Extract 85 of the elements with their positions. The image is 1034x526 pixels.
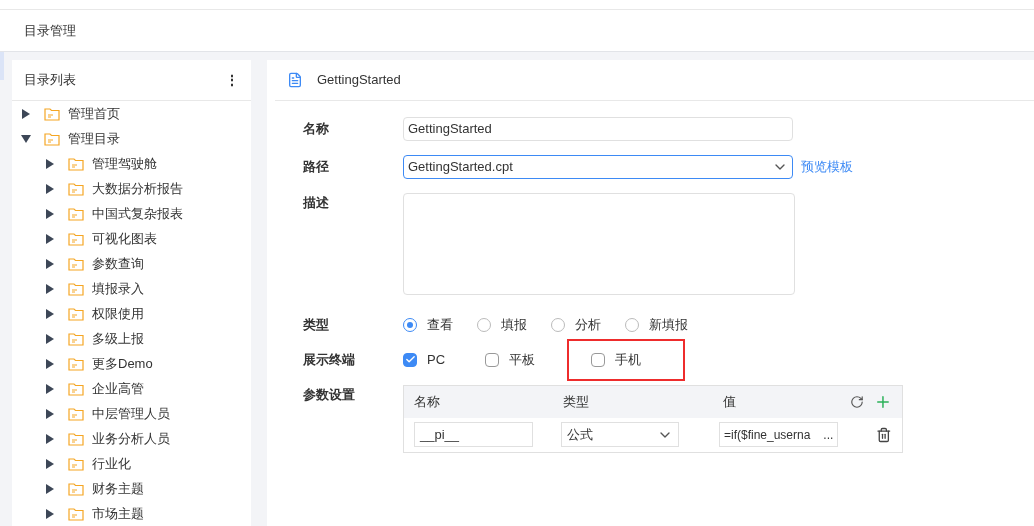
tree-item[interactable]: 多级上报 <box>92 328 144 349</box>
panel-title: 目录列表 <box>24 71 76 90</box>
tree-item[interactable]: 管理首页 <box>68 103 120 124</box>
expand-toggle[interactable] <box>44 232 56 245</box>
expand-toggle[interactable] <box>44 257 56 270</box>
tree-item[interactable]: 管理驾驶舱 <box>92 153 157 174</box>
checkbox-label: PC <box>427 350 446 369</box>
checkbox-label: 手机 <box>615 350 641 369</box>
folder-icon <box>68 181 84 196</box>
folder-icon <box>68 206 84 221</box>
tree-item[interactable]: 市场主题 <box>92 503 144 524</box>
path-select[interactable]: GettingStarted.cpt <box>403 155 793 179</box>
tree-item[interactable]: 企业高管 <box>92 378 144 399</box>
folder-icon <box>68 431 84 446</box>
folder-icon <box>68 231 84 246</box>
tree-item[interactable]: 参数查询 <box>92 253 144 274</box>
tree-item[interactable]: 可视化图表 <box>92 228 157 249</box>
column-header: 值 <box>722 392 737 411</box>
tree-item[interactable]: 中层管理人员 <box>92 403 170 424</box>
field-label: 描述 <box>303 194 330 212</box>
column-header: 类型 <box>563 392 591 411</box>
tree-item[interactable]: 业务分析人员 <box>92 428 170 449</box>
field-label: 名称 <box>303 120 330 139</box>
expand-toggle[interactable] <box>44 157 56 170</box>
param-name-field[interactable]: __pi__ <box>414 422 534 447</box>
radio-label: 查看 <box>427 316 453 334</box>
tree-item[interactable]: 大数据分析报告 <box>92 178 183 199</box>
expand-toggle[interactable] <box>44 282 56 295</box>
folder-icon <box>68 281 84 296</box>
description-field[interactable] <box>403 193 795 295</box>
expand-toggle[interactable] <box>44 182 56 195</box>
preview-link[interactable]: 预览模板 <box>801 157 853 177</box>
expand-toggle[interactable] <box>44 457 56 470</box>
folder-icon <box>44 106 60 121</box>
more-button[interactable]: ⋮ <box>225 69 239 91</box>
expand-toggle[interactable] <box>44 407 56 420</box>
expand-toggle[interactable] <box>44 307 56 320</box>
more-button[interactable]: ... <box>823 425 834 444</box>
delete-icon[interactable] <box>876 426 892 443</box>
detail-title: GettingStarted <box>317 71 401 90</box>
expand-toggle[interactable] <box>44 507 56 520</box>
folder-icon <box>68 256 84 271</box>
expand-toggle[interactable] <box>44 432 56 445</box>
radio-label: 填报 <box>501 316 527 334</box>
folder-icon <box>68 381 84 396</box>
expand-toggle[interactable] <box>20 107 32 120</box>
checkbox[interactable] <box>485 352 499 367</box>
folder-icon <box>68 406 84 421</box>
tree-item[interactable]: 更多Demo <box>92 353 153 374</box>
column-header: 名称 <box>414 392 441 411</box>
refresh-icon[interactable] <box>850 394 865 409</box>
folder-icon <box>68 306 84 321</box>
checkbox[interactable] <box>403 352 417 367</box>
param-type-select[interactable]: 公式 <box>561 422 679 447</box>
checkbox-label: 平板 <box>509 350 535 369</box>
expand-toggle[interactable] <box>20 132 32 145</box>
folder-icon <box>68 156 84 171</box>
expand-toggle[interactable] <box>44 207 56 220</box>
field-label: 展示终端 <box>303 350 356 369</box>
checkbox[interactable] <box>591 352 605 367</box>
tree-item[interactable]: 财务主题 <box>92 478 144 499</box>
folder-icon <box>44 131 60 146</box>
field-label: 参数设置 <box>303 385 356 404</box>
tree-item[interactable]: 填报录入 <box>92 278 144 299</box>
page-title: 目录管理 <box>24 21 76 40</box>
tree-item[interactable]: 中国式复杂报表 <box>92 203 183 224</box>
expand-toggle[interactable] <box>44 382 56 395</box>
expand-toggle[interactable] <box>44 482 56 495</box>
document-icon <box>287 72 303 88</box>
radio-label: 分析 <box>575 316 601 334</box>
name-field[interactable]: GettingStarted <box>403 117 793 141</box>
tree-item[interactable]: 管理目录 <box>68 128 120 149</box>
expand-toggle[interactable] <box>44 332 56 345</box>
folder-icon <box>68 356 84 371</box>
field-label: 类型 <box>303 316 330 334</box>
tree-item[interactable]: 权限使用 <box>92 303 144 324</box>
folder-icon <box>68 506 84 521</box>
folder-icon <box>68 331 84 346</box>
tree-item[interactable]: 行业化 <box>92 453 131 474</box>
folder-icon <box>68 456 84 471</box>
radio-label: 新填报 <box>649 316 688 334</box>
expand-toggle[interactable] <box>44 357 56 370</box>
folder-icon <box>68 481 84 496</box>
param-value-field[interactable]: =if($fine_userna ... <box>718 422 839 447</box>
field-label: 路径 <box>303 158 330 177</box>
